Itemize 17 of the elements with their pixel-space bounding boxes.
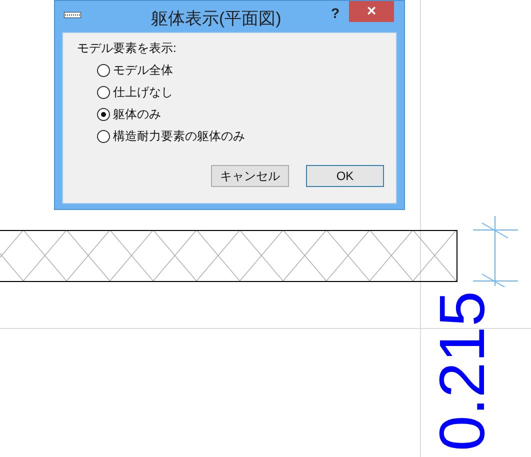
ok-button[interactable]: OK <box>306 165 384 187</box>
radio-label: モデル全体 <box>113 62 173 79</box>
window-title: 躯体表示(平面図) <box>151 8 282 30</box>
radio-label: 躯体のみ <box>113 106 161 123</box>
dimension-line <box>473 216 519 287</box>
radio-button[interactable] <box>97 108 110 120</box>
group-label: モデル要素を表示: <box>77 40 178 56</box>
dimension-text: 0.215 <box>430 290 494 452</box>
help-button[interactable]: ? <box>331 3 340 24</box>
close-button[interactable]: × <box>349 1 394 22</box>
radio-label: 構造耐力要素の躯体のみ <box>113 128 245 145</box>
app-icon <box>64 12 81 18</box>
radio-button[interactable] <box>97 130 110 142</box>
radio-button[interactable] <box>97 64 110 76</box>
radio-button[interactable] <box>97 86 110 98</box>
cancel-button[interactable]: キャンセル <box>211 165 289 187</box>
radio-label: 仕上げなし <box>113 84 173 101</box>
